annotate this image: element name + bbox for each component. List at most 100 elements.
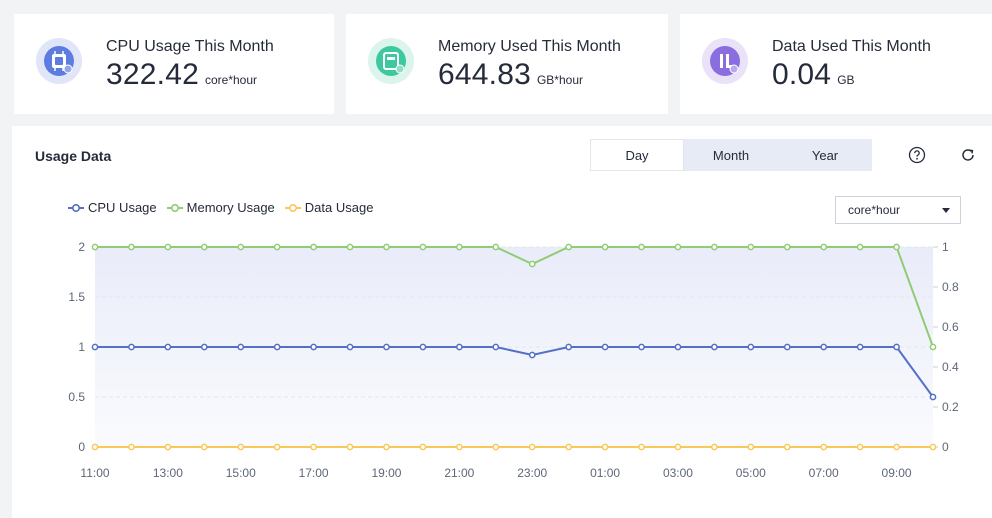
- memory-usage-point: [783, 243, 791, 251]
- x-axis-tick-label: 15:00: [226, 466, 256, 480]
- memory-usage-point: [601, 243, 609, 251]
- memory-usage-point: [711, 243, 718, 251]
- memory-usage-point: [747, 243, 755, 251]
- cpu-usage-point: [492, 343, 500, 351]
- memory-usage-point: [346, 243, 354, 251]
- memory-usage-point: [200, 243, 208, 251]
- right-axis-tick-label: 0: [942, 440, 949, 454]
- data-usage-point: [638, 443, 645, 451]
- x-axis-tick-label: 23:00: [517, 466, 547, 480]
- data-icon: [702, 38, 748, 84]
- cpu-usage-point: [929, 393, 937, 401]
- cpu-usage-point: [91, 343, 99, 351]
- x-axis-tick-label: 13:00: [153, 466, 183, 480]
- right-axis-tick-label: 0.4: [942, 360, 959, 374]
- data-usage-point: [383, 443, 390, 451]
- x-axis-tick-label: 05:00: [736, 466, 766, 480]
- cpu-usage-point: [711, 343, 718, 351]
- memory-usage-point: [893, 243, 900, 251]
- memory-used-value: 644.83 GB*hour: [438, 58, 583, 91]
- cpu-usage-value: 322.42 core*hour: [106, 58, 257, 91]
- memory-usage-point: [638, 243, 645, 251]
- cpu-usage-point: [601, 343, 609, 351]
- left-axis-tick-label: 2: [78, 240, 85, 254]
- cpu-usage-point: [638, 343, 645, 351]
- memory-usage-point: [565, 243, 573, 251]
- cpu-usage-point: [164, 343, 172, 351]
- cpu-usage-unit: core*hour: [204, 73, 257, 87]
- memory-usage-point: [164, 243, 172, 251]
- cpu-usage-point: [856, 343, 864, 351]
- data-usage-point: [492, 443, 500, 451]
- cpu-usage-point: [200, 343, 208, 351]
- data-usage-point: [856, 443, 864, 451]
- cpu-usage-point: [128, 343, 135, 351]
- right-axis-tick-label: 0.8: [942, 280, 959, 294]
- cpu-usage-point: [273, 343, 281, 351]
- memory-usage-point: [455, 243, 463, 251]
- data-usage-point: [528, 443, 536, 451]
- data-usage-point: [91, 443, 99, 451]
- data-usage-point: [310, 443, 317, 451]
- data-usage-point: [346, 443, 354, 451]
- memory-usage-point: [929, 343, 937, 351]
- usage-data-panel: Usage Data Day Month Year CPU Usage Memo…: [12, 126, 992, 518]
- cpu-usage-point: [565, 343, 573, 351]
- x-axis-tick-label: 01:00: [590, 466, 620, 480]
- x-axis-tick-label: 03:00: [663, 466, 693, 480]
- memory-icon: [368, 38, 414, 84]
- data-usage-point: [128, 443, 135, 451]
- data-usage-point: [237, 443, 245, 451]
- cpu-usage-point: [310, 343, 317, 351]
- data-usage-point: [747, 443, 755, 451]
- data-usage-point: [674, 443, 682, 451]
- left-axis-tick-label: 0.5: [68, 390, 85, 404]
- memory-usage-point: [310, 243, 317, 251]
- left-axis-tick-label: 1: [78, 340, 85, 354]
- cpu-usage-point: [419, 343, 427, 351]
- x-axis-tick-label: 21:00: [444, 466, 474, 480]
- memory-usage-point: [383, 243, 390, 251]
- left-axis-tick-label: 1.5: [68, 290, 85, 304]
- left-axis-tick-label: 0: [78, 440, 85, 454]
- memory-usage-point: [419, 243, 427, 251]
- memory-used-unit: GB*hour: [536, 73, 583, 87]
- x-axis-tick-label: 07:00: [809, 466, 839, 480]
- cpu-usage-point: [237, 343, 245, 351]
- cpu-usage-point: [346, 343, 354, 351]
- memory-usage-point: [674, 243, 682, 251]
- cpu-usage-point: [783, 343, 791, 351]
- data-usage-point: [601, 443, 609, 451]
- data-usage-point: [273, 443, 281, 451]
- x-axis-tick-label: 09:00: [882, 466, 912, 480]
- cpu-usage-point: [747, 343, 755, 351]
- memory-usage-point: [856, 243, 864, 251]
- x-axis-tick-label: 19:00: [371, 466, 401, 480]
- cpu-usage-card: CPU Usage This Month 322.42 core*hour: [14, 14, 334, 114]
- cpu-usage-title: CPU Usage This Month: [106, 38, 274, 55]
- data-usage-point: [929, 443, 937, 451]
- cpu-usage-point: [674, 343, 682, 351]
- right-axis-tick-label: 0.2: [942, 400, 959, 414]
- memory-usage-point: [528, 260, 536, 268]
- memory-usage-point: [492, 243, 500, 251]
- data-usage-point: [455, 443, 463, 451]
- x-axis-tick-label: 11:00: [80, 466, 109, 480]
- data-used-value: 0.04 GB: [772, 58, 855, 91]
- data-usage-point: [711, 443, 718, 451]
- data-usage-point: [565, 443, 573, 451]
- cpu-usage-point: [528, 351, 536, 359]
- memory-usage-point: [273, 243, 281, 251]
- memory-usage-point: [128, 243, 135, 251]
- memory-usage-point: [91, 243, 99, 251]
- cpu-usage-point: [383, 343, 390, 351]
- cpu-icon: [36, 38, 82, 84]
- right-axis-tick-label: 1: [942, 240, 949, 254]
- x-axis-tick-label: 17:00: [299, 466, 329, 480]
- data-used-card: Data Used This Month 0.04 GB: [680, 14, 992, 114]
- data-usage-point: [820, 443, 828, 451]
- cpu-usage-point: [893, 343, 900, 351]
- cpu-usage-point: [455, 343, 463, 351]
- data-usage-point: [200, 443, 208, 451]
- memory-usage-point: [820, 243, 828, 251]
